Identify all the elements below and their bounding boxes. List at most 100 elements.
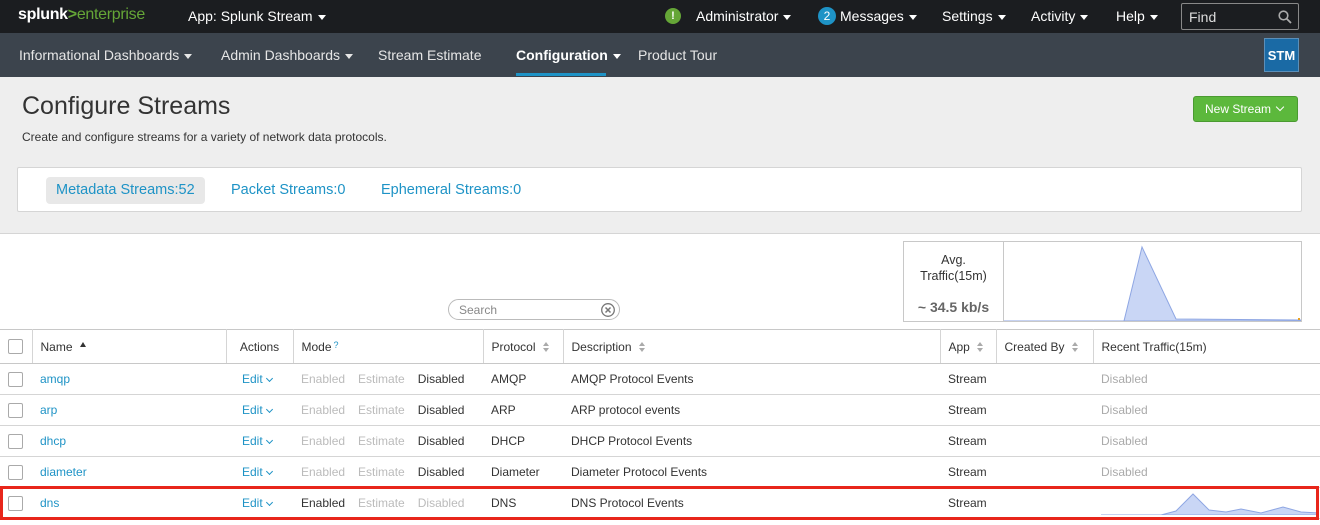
app-badge: STM bbox=[1264, 38, 1299, 72]
col-header-label: Name bbox=[40, 339, 73, 354]
tab-packet-streams[interactable]: Packet Streams:0 bbox=[221, 177, 355, 204]
mode-cell: Enabled Estimate Disabled bbox=[293, 363, 483, 395]
mode-option-estimate[interactable]: Estimate bbox=[358, 465, 405, 479]
table-row: arp Edit Enabled Estimate Disabled ARP ARP pro… bbox=[0, 394, 1320, 426]
mode-option-estimate[interactable]: Estimate bbox=[358, 496, 405, 510]
mode-option-disabled[interactable]: Disabled bbox=[418, 372, 465, 386]
stream-name-link[interactable]: amqp bbox=[40, 372, 70, 386]
col-header-label: Created By bbox=[1004, 339, 1065, 354]
search-icon[interactable] bbox=[1278, 10, 1292, 24]
actions-cell: Edit bbox=[226, 394, 293, 426]
splunk-logo[interactable]: splunk>enterprise bbox=[18, 6, 145, 24]
mode-option-estimate[interactable]: Estimate bbox=[358, 372, 405, 386]
row-checkbox[interactable] bbox=[8, 495, 23, 511]
settings-menu-label: Settings bbox=[942, 8, 993, 24]
stream-name-link[interactable]: diameter bbox=[40, 465, 87, 479]
active-nav-indicator bbox=[516, 73, 606, 76]
col-header-description[interactable]: Description bbox=[563, 329, 941, 364]
row-checkbox[interactable] bbox=[8, 464, 23, 480]
edit-dropdown[interactable]: Edit bbox=[234, 434, 273, 448]
avg-traffic-panel: Avg. Traffic(15m) ~ 34.5 kb/s bbox=[903, 241, 1302, 322]
messages-count-badge[interactable]: 2 bbox=[818, 7, 836, 25]
edit-dropdown[interactable]: Edit bbox=[234, 465, 273, 479]
col-header-app[interactable]: App bbox=[940, 329, 997, 364]
avg-traffic-label-line2: Traffic(15m) bbox=[920, 269, 987, 283]
app-cell: Stream bbox=[940, 487, 996, 519]
nav-admin-dashboards[interactable]: Admin Dashboards bbox=[221, 47, 354, 63]
tab-metadata-streams[interactable]: Metadata Streams:52 bbox=[46, 177, 205, 204]
edit-dropdown[interactable]: Edit bbox=[234, 496, 273, 510]
protocol-cell: Diameter bbox=[483, 456, 563, 488]
caret-down-icon bbox=[783, 14, 792, 20]
new-stream-button[interactable]: New Stream bbox=[1193, 96, 1298, 122]
top-bar: splunk>enterprise App: Splunk Stream ! A… bbox=[0, 0, 1320, 33]
mode-option-enabled[interactable]: Enabled bbox=[301, 496, 345, 510]
sort-icon bbox=[542, 342, 550, 353]
recent-traffic-value: Disabled bbox=[1101, 403, 1148, 417]
description-cell: Diameter Protocol Events bbox=[563, 456, 940, 488]
mode-option-enabled[interactable]: Enabled bbox=[301, 434, 345, 448]
stream-name-link[interactable]: dhcp bbox=[40, 434, 66, 448]
recent-traffic-cell: Disabled bbox=[1093, 394, 1320, 426]
avg-traffic-label-line1: Avg. bbox=[941, 253, 966, 267]
app-menu[interactable]: App: Splunk Stream bbox=[188, 8, 326, 24]
health-status-icon[interactable]: ! bbox=[665, 8, 681, 24]
nav-label: Admin Dashboards bbox=[221, 47, 341, 63]
edit-label: Edit bbox=[242, 496, 263, 510]
activity-menu[interactable]: Activity bbox=[1031, 8, 1089, 24]
row-checkbox[interactable] bbox=[8, 433, 23, 449]
caret-down-icon bbox=[345, 53, 354, 59]
row-select-cell bbox=[0, 456, 32, 488]
description-cell: AMQP Protocol Events bbox=[563, 363, 940, 395]
mode-option-enabled[interactable]: Enabled bbox=[301, 372, 345, 386]
mode-option-disabled[interactable]: Disabled bbox=[418, 434, 465, 448]
stream-name-link[interactable]: arp bbox=[40, 403, 57, 417]
table-search-input[interactable] bbox=[459, 302, 599, 317]
edit-dropdown[interactable]: Edit bbox=[234, 372, 273, 386]
col-header-created-by[interactable]: Created By bbox=[996, 329, 1094, 364]
actions-cell: Edit bbox=[226, 456, 293, 488]
messages-menu[interactable]: Messages bbox=[840, 8, 917, 24]
mode-cell: Enabled Estimate Disabled bbox=[293, 487, 483, 519]
settings-menu[interactable]: Settings bbox=[942, 8, 1006, 24]
mode-option-estimate[interactable]: Estimate bbox=[358, 403, 405, 417]
col-header-name[interactable]: Name bbox=[32, 329, 227, 364]
col-header-protocol[interactable]: Protocol bbox=[483, 329, 564, 364]
mode-option-disabled[interactable]: Disabled bbox=[418, 496, 465, 510]
find-box bbox=[1181, 3, 1299, 30]
mode-option-disabled[interactable]: Disabled bbox=[418, 465, 465, 479]
mode-option-enabled[interactable]: Enabled bbox=[301, 403, 345, 417]
mode-option-enabled[interactable]: Enabled bbox=[301, 465, 345, 479]
stream-type-tabs: Metadata Streams:52 Packet Streams:0 Eph… bbox=[17, 167, 1302, 212]
row-checkbox[interactable] bbox=[8, 402, 23, 418]
help-menu[interactable]: Help bbox=[1116, 8, 1158, 24]
nav-label: Stream Estimate bbox=[378, 47, 482, 63]
find-input[interactable] bbox=[1189, 8, 1279, 25]
nav-product-tour[interactable]: Product Tour bbox=[638, 47, 717, 63]
help-icon[interactable]: ? bbox=[334, 340, 339, 350]
mode-option-disabled[interactable]: Disabled bbox=[418, 403, 465, 417]
description-cell: ARP protocol events bbox=[563, 394, 940, 426]
caret-down-icon bbox=[184, 53, 193, 59]
user-menu[interactable]: Administrator bbox=[696, 8, 792, 24]
name-cell: diameter bbox=[32, 456, 226, 488]
stream-name-link[interactable]: dns bbox=[40, 496, 59, 510]
tab-ephemeral-streams[interactable]: Ephemeral Streams:0 bbox=[371, 177, 531, 204]
logo-main: splunk bbox=[18, 6, 68, 23]
row-checkbox[interactable] bbox=[8, 371, 23, 387]
edit-dropdown[interactable]: Edit bbox=[234, 403, 273, 417]
created-by-cell bbox=[996, 363, 1093, 395]
clear-search-icon[interactable] bbox=[601, 303, 615, 317]
nav-configuration[interactable]: Configuration bbox=[516, 47, 621, 63]
mode-option-estimate[interactable]: Estimate bbox=[358, 434, 405, 448]
description-cell: DNS Protocol Events bbox=[563, 487, 940, 519]
nav-stream-estimate[interactable]: Stream Estimate bbox=[378, 47, 481, 63]
edit-label: Edit bbox=[242, 465, 263, 479]
sort-icon bbox=[638, 342, 646, 353]
nav-informational-dashboards[interactable]: Informational Dashboards bbox=[19, 47, 193, 63]
actions-cell: Edit bbox=[226, 425, 293, 457]
actions-cell: Edit bbox=[226, 363, 293, 395]
select-all-checkbox[interactable] bbox=[8, 339, 23, 355]
caret-down-icon bbox=[1080, 14, 1089, 20]
table-search bbox=[448, 299, 620, 320]
